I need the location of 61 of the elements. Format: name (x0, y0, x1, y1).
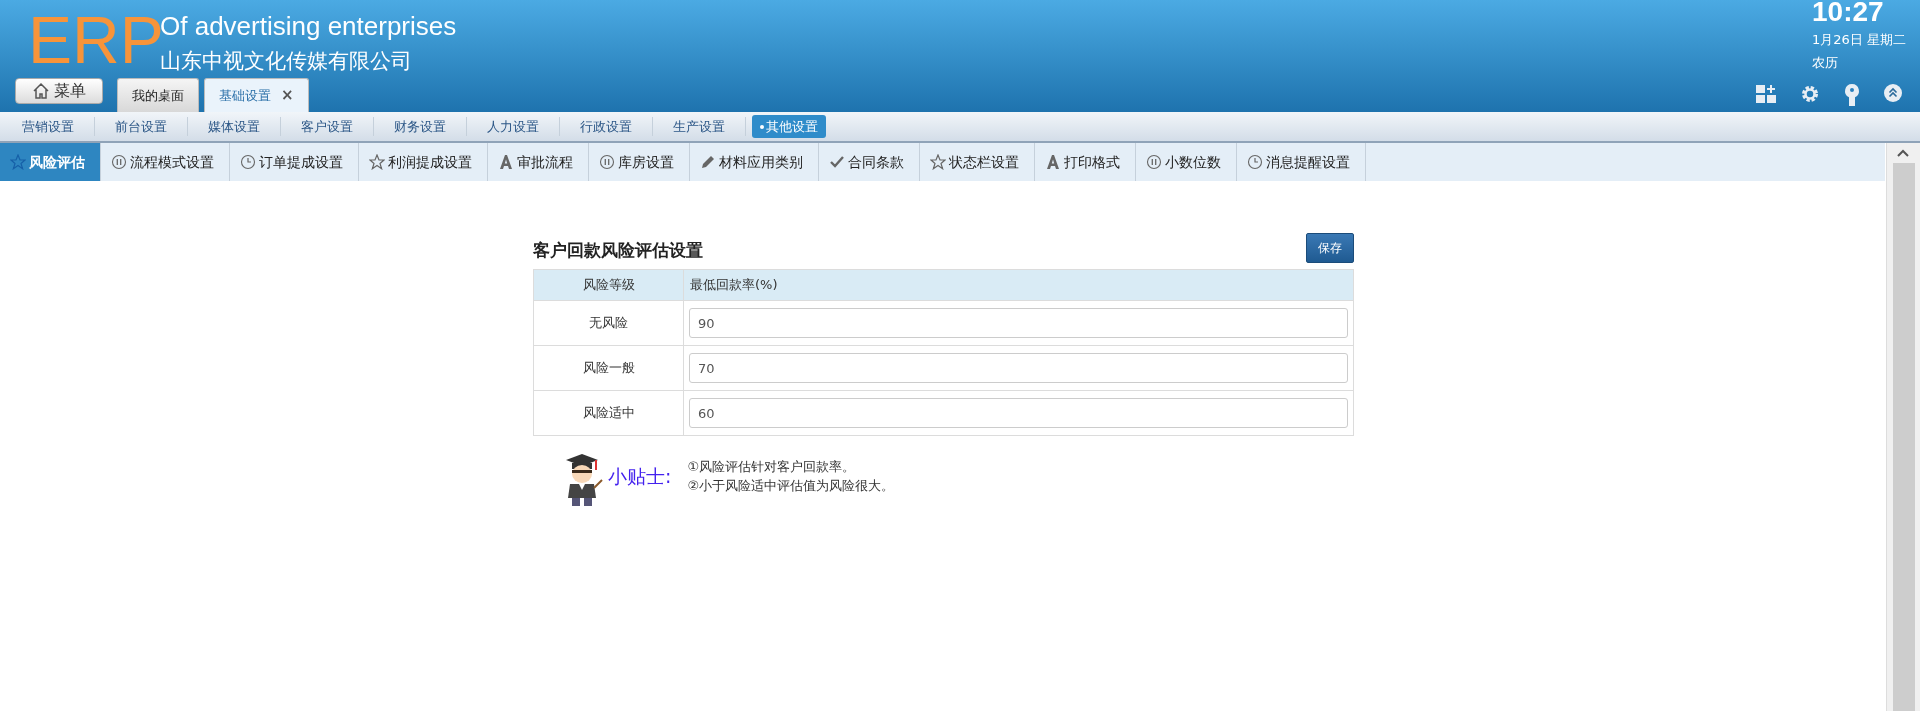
pause-icon (599, 154, 615, 170)
check-icon (829, 154, 845, 170)
tip-text: ①风险评估针对客户回款率。 (687, 458, 857, 476)
settings-tab[interactable]: 流程模式设置 (101, 143, 230, 181)
menu-item[interactable]: 行政设置 (560, 116, 653, 137)
scrollbar[interactable] (1886, 143, 1920, 711)
settings-tab[interactable]: 打印格式 (1035, 143, 1136, 181)
save-button[interactable]: 保存 (1306, 233, 1354, 263)
letter-a-icon (1045, 154, 1061, 170)
input-field[interactable]: 70 (689, 353, 1348, 383)
column-header: 最低回款率(%) (683, 269, 1354, 301)
date-text: 1月26日 星期二 (1812, 33, 1906, 46)
menu-item[interactable]: 营销设置 (2, 116, 95, 137)
lunar-calendar-link[interactable]: 农历 (1812, 56, 1906, 69)
settings-tab[interactable]: 消息提醒设置 (1237, 143, 1366, 181)
tip-text: ②小于风险适中评估值为风险很大。 (687, 476, 895, 495)
clock-icon (1247, 154, 1263, 170)
menu-item[interactable]: 其他设置 (752, 114, 826, 139)
input-field[interactable]: 60 (689, 398, 1348, 428)
menu-item[interactable]: 媒体设置 (188, 116, 281, 137)
menu-item[interactable]: 客户设置 (281, 116, 374, 137)
clock-time: 10:27 (1812, 0, 1885, 26)
settings-tab[interactable]: 材料应用类别 (690, 143, 819, 181)
settings-tab[interactable]: 小数位数 (1136, 143, 1237, 181)
settings-tab[interactable]: 库房设置 (589, 143, 690, 181)
tips-heading: 小贴士: (608, 464, 672, 489)
pause-icon (1146, 154, 1162, 170)
input-field[interactable]: 90 (689, 308, 1348, 338)
table-cell: 无风险 (533, 300, 684, 346)
key-icon[interactable] (1844, 84, 1860, 106)
home-icon (32, 82, 50, 100)
menu-item[interactable]: 前台设置 (95, 116, 188, 137)
column-header: 风险等级 (533, 269, 684, 301)
settings-tab[interactable]: 审批流程 (488, 143, 589, 181)
close-icon[interactable]: × (281, 84, 294, 107)
settings-icon[interactable] (1800, 84, 1820, 104)
settings-tab[interactable]: 利润提成设置 (359, 143, 488, 181)
tab[interactable]: 基础设置 × (204, 78, 309, 112)
settings-tab[interactable]: 订单提成设置 (230, 143, 359, 181)
settings-tab[interactable]: 风险评估 (0, 143, 101, 181)
settings-tab[interactable]: 状态栏设置 (920, 143, 1035, 181)
pause-icon (111, 154, 127, 170)
letter-a-icon (498, 154, 514, 170)
collapse-icon[interactable] (1884, 84, 1902, 102)
menu-item[interactable]: 人力设置 (467, 116, 560, 137)
clock-icon (240, 154, 256, 170)
menu-button[interactable]: 菜单 (15, 78, 103, 104)
star-icon (369, 154, 385, 170)
tab[interactable]: 我的桌面 (117, 78, 199, 112)
table-cell: 风险一般 (533, 345, 684, 391)
star-icon (10, 154, 26, 170)
star-icon (930, 154, 946, 170)
panel-title: 客户回款风险评估设置 (533, 238, 703, 262)
pencil-icon (700, 154, 716, 170)
menu-item[interactable]: 财务设置 (374, 116, 467, 137)
table-cell: 风险适中 (533, 390, 684, 436)
company-name: 山东中视文化传媒有限公司 (160, 49, 412, 75)
settings-tab[interactable]: 合同条款 (819, 143, 920, 181)
menu-item[interactable]: 生产设置 (653, 116, 746, 137)
add-widget-icon[interactable] (1756, 84, 1776, 104)
scroll-up-icon[interactable] (1897, 149, 1909, 157)
